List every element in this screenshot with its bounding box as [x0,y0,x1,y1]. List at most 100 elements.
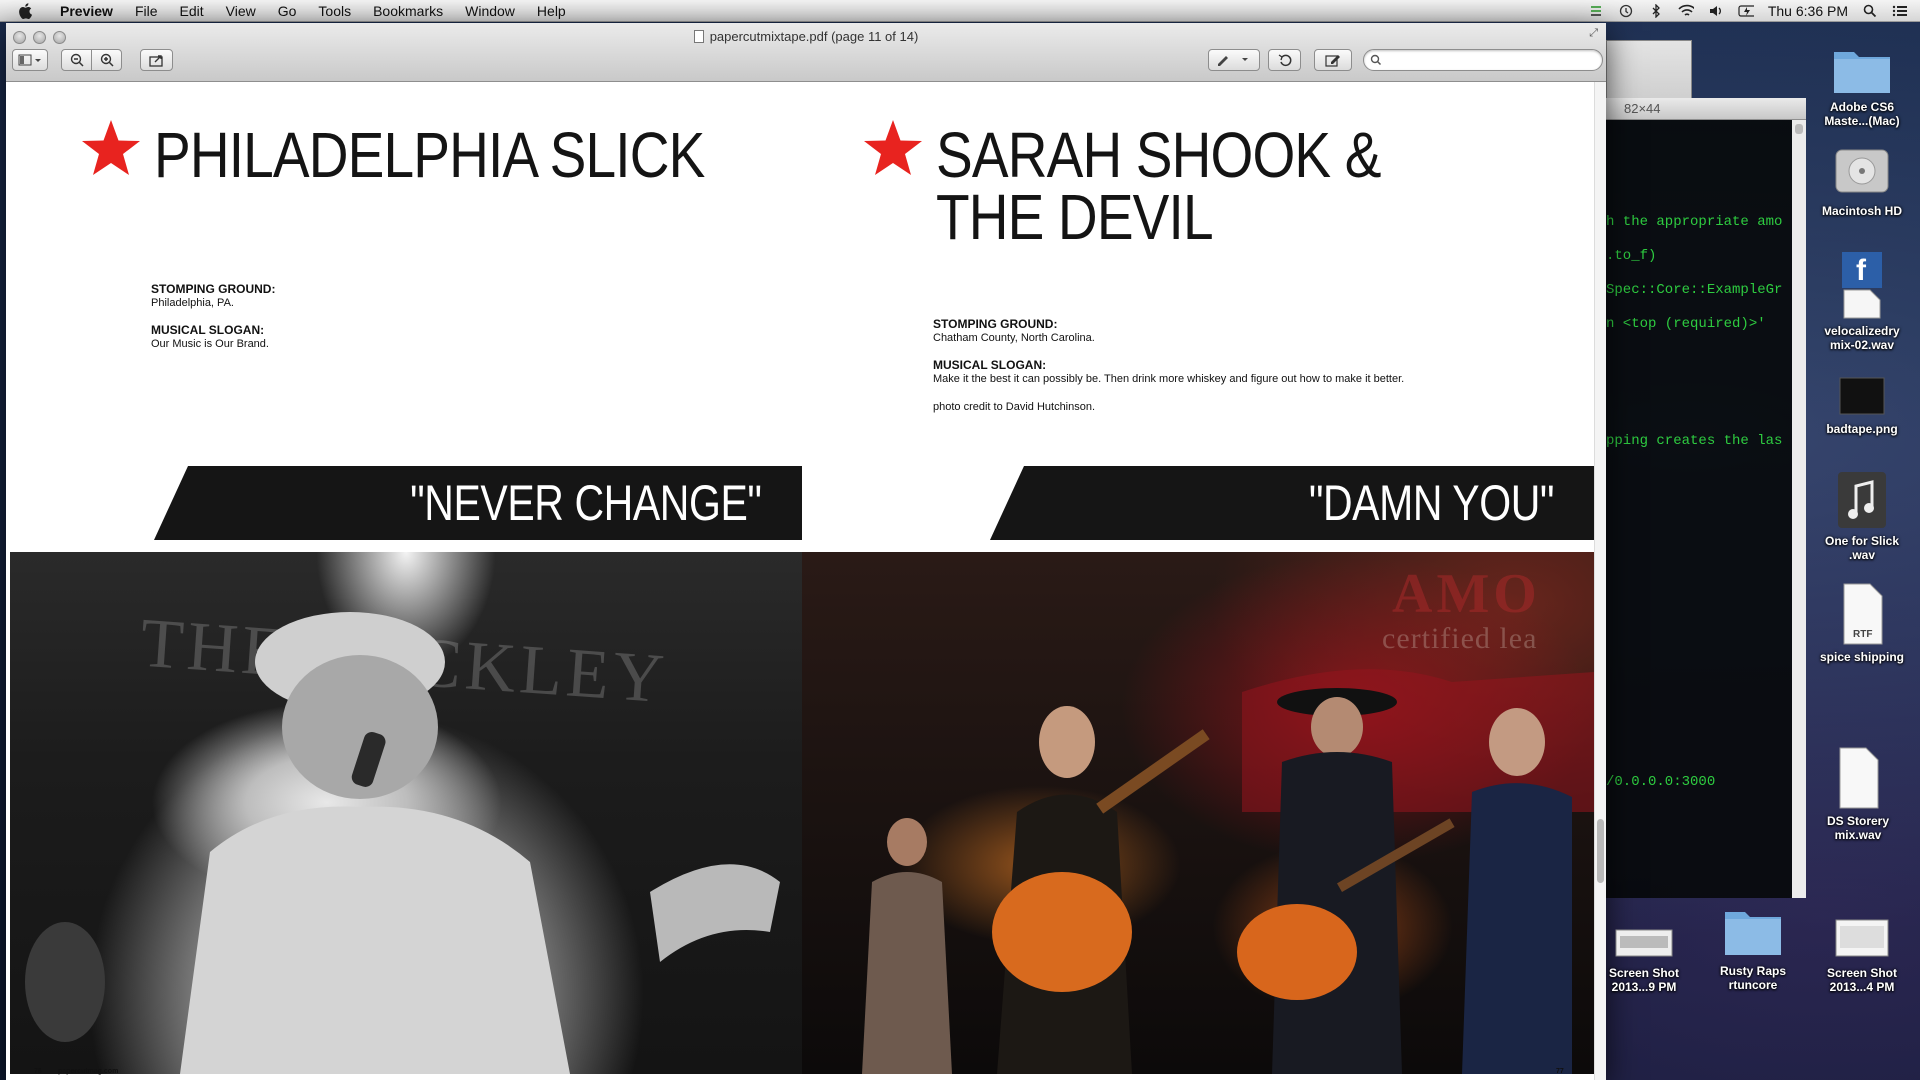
document-icon: f [1842,252,1882,319]
terminal-window[interactable]: 82×44 h the appropriate amo .to_f) Spec:… [1606,98,1806,898]
wifi-icon[interactable] [1678,4,1694,18]
terminal-scrollbar[interactable] [1792,120,1806,898]
desktop-icon-spice-shipping[interactable]: RTF spice shipping [1812,582,1912,664]
notification-center-icon[interactable] [1892,4,1908,18]
background-window[interactable] [1606,40,1692,100]
menu-help[interactable]: Help [526,0,577,22]
terminal-line: n <top (required)>' [1606,316,1766,332]
menu-go[interactable]: Go [267,0,308,22]
preview-window: papercutmixtape.pdf (page 11 of 14) ⤢ PH… [6,23,1606,1080]
window-title-text: papercutmixtape.pdf (page 11 of 14) [709,29,919,44]
time-machine-icon[interactable] [1618,4,1634,18]
rotate-icon [1278,54,1291,67]
screenshot-icon [1835,919,1889,957]
terminal-line: /0.0.0.0:3000 [1606,774,1716,790]
pdf-spread[interactable]: PHILADELPHIA SLICK STOMPING GROUND: Phil… [6,82,1600,1080]
window-toolbar: papercutmixtape.pdf (page 11 of 14) ⤢ [6,23,1606,82]
desktop-icon-ds-storery[interactable]: DS Storery mix.wav [1808,746,1908,842]
menu-window[interactable]: Window [454,0,526,22]
screenshot-icon [1615,929,1673,957]
musical-slogan-label: MUSICAL SLOGAN: [151,323,265,337]
terminal-titlebar[interactable]: 82×44 [1606,98,1806,120]
band-name-right-line2: THE DEVIL [936,181,1214,253]
sidebar-view-button[interactable] [12,49,48,71]
desktop-icon-label: One for Slick .wav [1824,534,1900,562]
sidebar-icon [18,54,41,66]
desktop-icon-label: spice shipping [1819,650,1904,664]
desktop-icon-label: Screen Shot 2013...4 PM [1826,966,1898,994]
svg-text:RTF: RTF [1853,629,1872,640]
performer-silhouette [25,612,780,1074]
terminal-line: h the appropriate amo [1606,214,1783,230]
spotlight-search-icon[interactable] [1862,4,1878,18]
rtf-document-icon: RTF [1843,583,1883,645]
music-file-icon [1838,472,1886,528]
pdf-document-icon [693,30,704,43]
apple-menu-icon[interactable] [18,2,40,19]
zoom-in-button[interactable] [91,49,122,71]
band-photo-left: THE ROCKLEY [10,552,802,1074]
desktop-icon-one-for-slick[interactable]: One for Slick .wav [1812,470,1912,562]
desktop-icon-label: DS Storery mix.wav [1826,814,1890,842]
desktop-icon-label: Macintosh HD [1821,204,1902,218]
zoom-out-button[interactable] [61,49,92,71]
menu-edit[interactable]: Edit [169,0,215,22]
musical-slogan-value: Make it the best it can possibly be. The… [933,373,1405,385]
stomping-ground-label: STOMPING GROUND: [151,282,276,296]
image-file-icon [1839,377,1885,415]
desktop-icon-screenshot-2[interactable]: Screen Shot 2013...4 PM [1812,914,1912,994]
svg-text:f: f [1856,254,1867,287]
status-menus: Thu 6:36 PM [1588,0,1908,22]
battery-icon[interactable] [1738,4,1754,18]
desktop-icon-macintosh-hd[interactable]: Macintosh HD [1812,142,1912,218]
desktop-icon-adobe-cs6[interactable]: Adobe CS6 Maste...(Mac) [1812,42,1912,128]
band-name-right-line1: SARAH SHOOK & [936,119,1381,191]
menu-file[interactable]: File [124,0,169,22]
annotate-button[interactable] [1208,49,1260,71]
menu-preview[interactable]: Preview [52,0,124,22]
page-number-right: 77 [1556,1068,1564,1075]
edit-toolbar-button[interactable] [1314,49,1352,71]
terminal-title: 82×44 [1624,101,1661,116]
red-star-icon [864,120,922,175]
desktop-icon-label: Rusty Raps rtuncore [1719,964,1787,992]
search-input[interactable] [1363,49,1603,71]
pen-icon [1218,56,1248,66]
desktop-icon-label: badtape.png [1826,422,1898,436]
musical-slogan-value: Our Music is Our Brand. [151,338,269,350]
search-icon [1370,53,1382,71]
activity-monitor-icon[interactable] [1588,4,1604,18]
menu-bookmarks[interactable]: Bookmarks [362,0,454,22]
menubar-clock[interactable]: Thu 6:36 PM [1768,3,1848,19]
terminal-line: Spec::Core::ExampleGr [1606,282,1783,298]
menu-view[interactable]: View [215,0,267,22]
bluetooth-icon[interactable] [1648,4,1664,18]
page-number-left: 76 [34,1068,42,1075]
desktop-icon-label: Screen Shot 2013...9 PM [1608,966,1680,994]
desktop-icon-screenshot-1[interactable]: Screen Shot 2013...9 PM [1594,922,1694,994]
stomping-ground-value: Philadelphia, PA. [151,297,234,309]
band-performing [862,669,1594,1074]
scrollbar-thumb[interactable] [1597,819,1604,883]
volume-icon[interactable] [1708,4,1724,18]
window-title: papercutmixtape.pdf (page 11 of 14) [6,29,1606,44]
share-icon [148,55,163,67]
terminal-line: .to_f) [1606,248,1657,264]
rotate-button[interactable] [1268,49,1301,71]
musical-slogan-label: MUSICAL SLOGAN: [933,358,1047,372]
zoom-in-icon [100,53,114,67]
zoom-out-icon [70,53,84,67]
song-banner-right: "DAMN YOU" [990,466,1594,540]
hard-drive-icon [1835,149,1889,193]
desktop-icon-rusty-raps[interactable]: Rusty Raps rtuncore [1703,900,1803,992]
desktop-icon-velocalizedry[interactable]: f velocalizedry mix-02.wav [1812,250,1912,352]
share-button[interactable] [140,49,173,71]
photo-credit: photo credit to David Hutchinson. [933,401,1096,413]
document-icon [1839,747,1879,809]
edit-pen-icon [1325,55,1340,67]
fullscreen-icon[interactable]: ⤢ [1589,27,1598,40]
menu-tools[interactable]: Tools [307,0,362,22]
desktop-icon-badtape[interactable]: badtape.png [1812,374,1912,436]
desktop-icon-label: Adobe CS6 Maste...(Mac) [1824,100,1900,128]
menu-bar: Preview File Edit View Go Tools Bookmark… [0,0,1920,22]
